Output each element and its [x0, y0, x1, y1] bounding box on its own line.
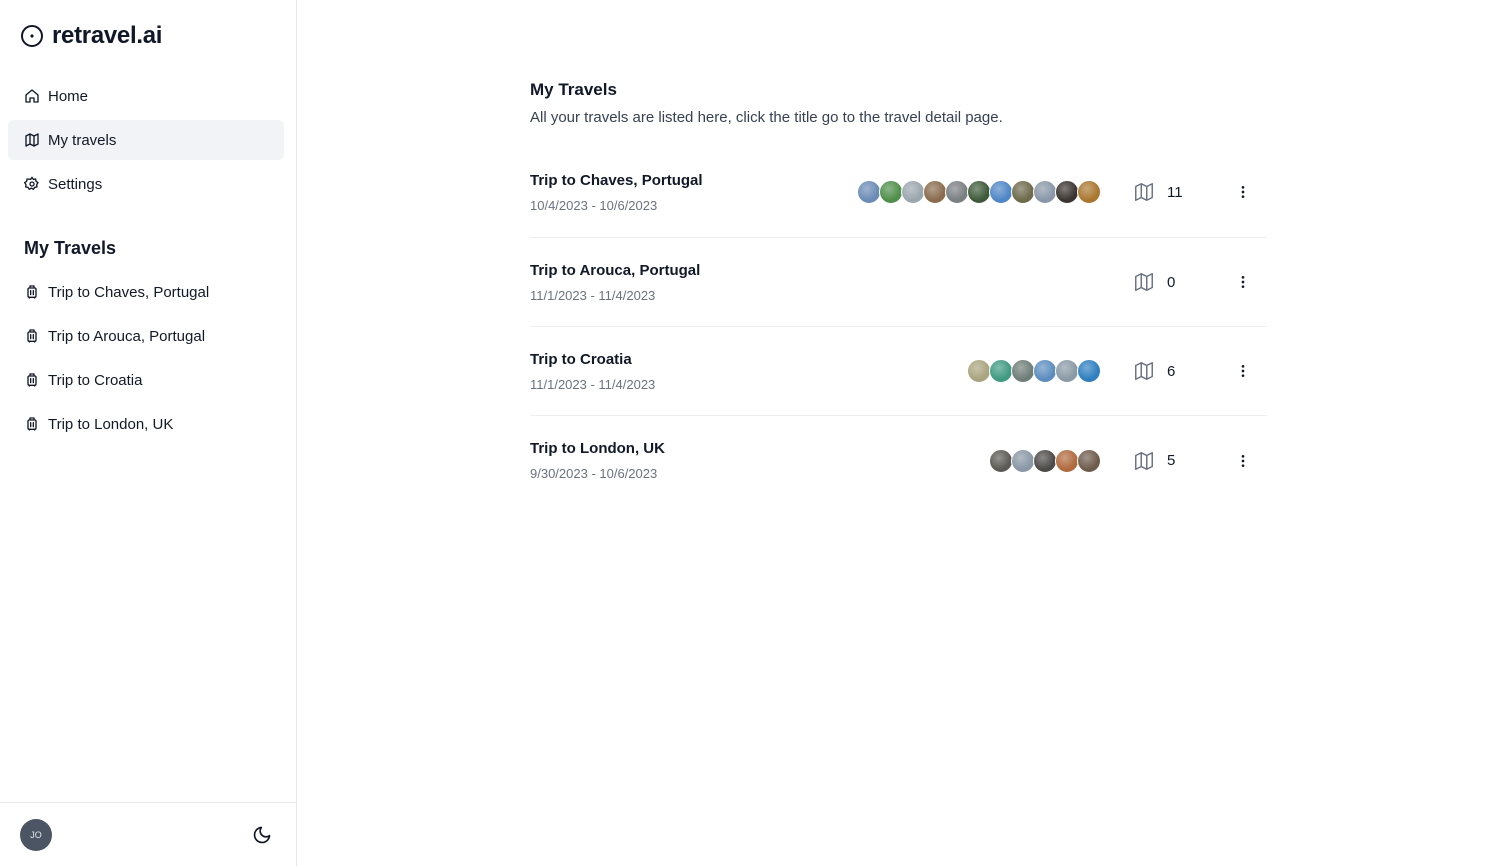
sidebar: retravel.ai Home My travels Settings My …: [0, 0, 297, 866]
gear-icon: [24, 176, 39, 190]
travel-info: Trip to Arouca, Portugal 11/1/2023 - 11/…: [530, 262, 1101, 303]
app-root: retravel.ai Home My travels Settings My …: [0, 0, 1493, 866]
photo-thumbnail[interactable]: [1033, 448, 1057, 473]
map-icon: [1135, 273, 1153, 291]
travel-list: Trip to Chaves, Portugal 10/4/2023 - 10/…: [530, 147, 1267, 505]
travel-dates: 9/30/2023 - 10/6/2023: [530, 466, 658, 481]
photo-stack: [857, 180, 1101, 204]
brand[interactable]: retravel.ai: [20, 22, 162, 50]
photo-thumbnail[interactable]: [1077, 180, 1101, 204]
map-icon: [1135, 183, 1153, 201]
sidebar-item-label: Trip to Arouca, Portugal: [48, 327, 206, 345]
travel-dates: 11/1/2023 - 11/4/2023: [530, 376, 656, 392]
sidebar-item-trip-london[interactable]: Trip to London, UK: [8, 404, 284, 444]
logo-icon: [21, 25, 43, 47]
travel-row: Trip to Croatia 11/1/2023 - 11/4/2023 6: [530, 327, 1267, 416]
photo-thumbnail[interactable]: [879, 180, 903, 204]
travels-panel: My Travels All your travels are listed h…: [530, 80, 1267, 505]
photo-thumbnail[interactable]: [1055, 359, 1079, 383]
sidebar-item-label: Trip to Croatia: [48, 371, 143, 389]
nav-item-label: My travels: [48, 131, 117, 149]
more-vertical-icon: [1241, 454, 1245, 467]
map-count: 0: [1133, 271, 1229, 293]
luggage-icon: [27, 373, 37, 387]
photo-thumbnail[interactable]: [989, 448, 1013, 473]
travel-title-link[interactable]: Trip to Arouca, Portugal: [530, 262, 1101, 279]
photo-thumbnail[interactable]: [857, 180, 881, 204]
travel-dates: 11/1/2023 - 11/4/2023: [530, 287, 656, 303]
map-count-value: 6: [1167, 362, 1176, 380]
photo-thumbnail[interactable]: [1011, 180, 1035, 204]
travel-row: Trip to Chaves, Portugal 10/4/2023 - 10/…: [530, 147, 1267, 238]
luggage-icon: [27, 285, 37, 299]
luggage-icon: [27, 329, 37, 343]
home-icon: [25, 89, 39, 103]
map-icon: [1135, 362, 1153, 380]
photo-thumbnail[interactable]: [967, 180, 991, 204]
photo-stack: [967, 359, 1101, 383]
page-subtitle: All your travels are listed here, click …: [530, 109, 1003, 126]
travel-info: Trip to London, UK 9/30/2023 - 10/6/2023: [530, 440, 991, 481]
map-count-value: 0: [1167, 273, 1176, 291]
nav-item-home[interactable]: Home: [8, 76, 284, 116]
photo-thumbnail[interactable]: [989, 180, 1013, 204]
travel-title-link[interactable]: Trip to Chaves, Portugal: [530, 172, 859, 189]
sidebar-item-label: Trip to London, UK: [48, 415, 174, 433]
travel-row: Trip to Arouca, Portugal 11/1/2023 - 11/…: [530, 238, 1267, 327]
travel-row: Trip to London, UK 9/30/2023 - 10/6/2023…: [530, 416, 1267, 505]
photo-thumbnail[interactable]: [1055, 448, 1079, 473]
more-options-button[interactable]: [1229, 447, 1257, 475]
more-options-button[interactable]: [1229, 357, 1257, 385]
sidebar-travel-list: Trip to Chaves, Portugal Trip to Arouca,…: [8, 272, 284, 448]
map-icon: [1135, 451, 1153, 470]
more-vertical-icon: [1241, 365, 1245, 377]
more-options-button[interactable]: [1229, 178, 1257, 206]
photo-thumbnail[interactable]: [945, 180, 969, 204]
main-nav: Home My travels Settings: [8, 76, 284, 208]
map-count: 6: [1133, 360, 1229, 382]
photo-thumbnail[interactable]: [1033, 359, 1057, 383]
photo-thumbnail[interactable]: [1033, 180, 1057, 204]
nav-item-my-travels[interactable]: My travels: [8, 120, 284, 160]
nav-item-settings[interactable]: Settings: [8, 164, 284, 204]
photo-stack: [989, 448, 1101, 473]
photo-thumbnail[interactable]: [1011, 448, 1035, 473]
photo-thumbnail[interactable]: [1011, 359, 1035, 383]
map-count: 11: [1133, 181, 1229, 203]
nav-item-label: Home: [48, 87, 89, 105]
travel-title-link[interactable]: Trip to Croatia: [530, 351, 969, 368]
photo-thumbnail[interactable]: [901, 180, 925, 204]
photo-thumbnail[interactable]: [923, 180, 947, 204]
photo-thumbnail[interactable]: [967, 359, 991, 383]
nav-item-label: Settings: [48, 175, 103, 193]
more-vertical-icon: [1241, 276, 1245, 288]
sidebar-section-title: My Travels: [24, 238, 117, 258]
travel-info: Trip to Chaves, Portugal 10/4/2023 - 10/…: [530, 172, 859, 213]
sidebar-item-trip-arouca[interactable]: Trip to Arouca, Portugal: [8, 316, 284, 356]
map-count-value: 5: [1167, 452, 1176, 469]
page-title: My Travels: [530, 80, 617, 99]
sidebar-item-label: Trip to Chaves, Portugal: [48, 283, 210, 301]
avatar[interactable]: JO: [20, 819, 52, 851]
travel-dates: 10/4/2023 - 10/6/2023: [530, 197, 658, 213]
moon-icon[interactable]: [252, 825, 272, 845]
photo-thumbnail[interactable]: [1077, 448, 1101, 473]
map-count: 5: [1133, 450, 1229, 472]
photo-thumbnail[interactable]: [989, 359, 1013, 383]
map-count-value: 11: [1167, 183, 1183, 201]
travel-title-link[interactable]: Trip to London, UK: [530, 440, 991, 457]
main-content: My Travels All your travels are listed h…: [297, 0, 1493, 866]
travel-info: Trip to Croatia 11/1/2023 - 11/4/2023: [530, 351, 969, 392]
map-icon: [25, 133, 39, 147]
sidebar-footer: JO: [0, 802, 296, 866]
sidebar-item-trip-croatia[interactable]: Trip to Croatia: [8, 360, 284, 400]
luggage-icon: [27, 417, 37, 431]
sidebar-item-trip-chaves[interactable]: Trip to Chaves, Portugal: [8, 272, 284, 312]
more-options-button[interactable]: [1229, 268, 1257, 296]
app-name: retravel.ai: [52, 22, 163, 49]
more-vertical-icon: [1241, 186, 1245, 198]
photo-thumbnail[interactable]: [1077, 359, 1101, 383]
photo-thumbnail[interactable]: [1055, 180, 1079, 204]
